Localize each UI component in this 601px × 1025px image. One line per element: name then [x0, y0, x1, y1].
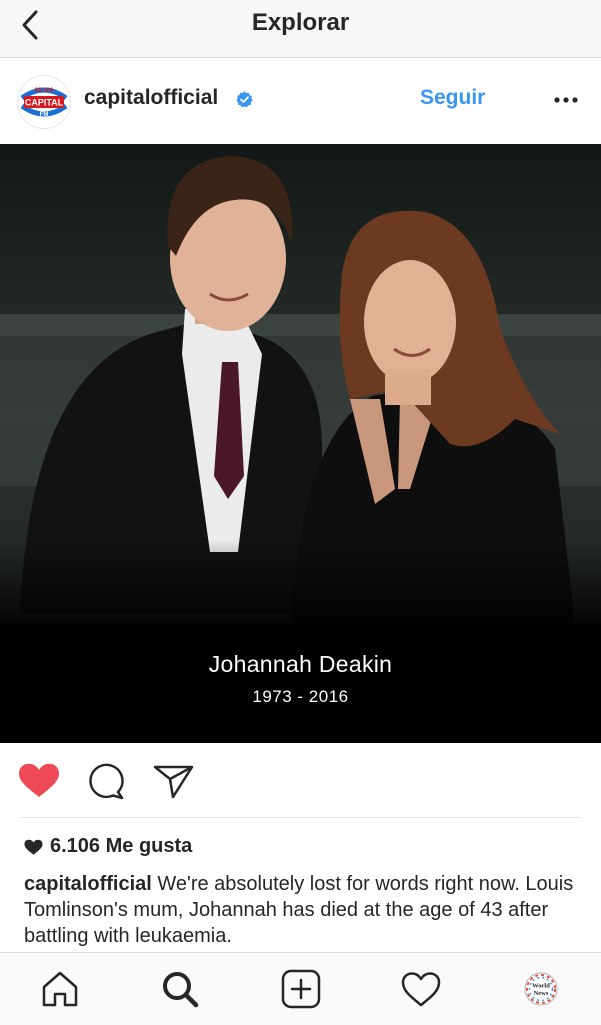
svg-text:News: News — [534, 990, 549, 997]
svg-text:CAPITAL: CAPITAL — [25, 98, 64, 108]
small-heart-icon — [24, 839, 43, 855]
more-options-icon[interactable] — [553, 93, 579, 107]
home-icon[interactable] — [38, 967, 82, 1011]
memorial-years: 1973 - 2016 — [252, 687, 349, 706]
chevron-left-icon — [22, 10, 38, 40]
top-navigation-bar: Explorar — [0, 0, 601, 58]
bottom-tab-bar: World News — [0, 952, 601, 1025]
caption-username[interactable]: capitalofficial — [24, 873, 152, 895]
memorial-name: Johannah Deakin — [208, 651, 393, 677]
search-icon[interactable] — [158, 967, 202, 1011]
post-actions — [0, 744, 601, 816]
share-direct-icon[interactable] — [153, 764, 195, 800]
capital-fm-logo: 95-106 CAPITAL FM — [18, 76, 70, 128]
post-caption: capitalofficial We're absolutely lost fo… — [24, 871, 584, 949]
svg-text:FM: FM — [40, 112, 49, 118]
new-post-icon[interactable] — [279, 967, 323, 1011]
page-title: Explorar — [251, 9, 350, 36]
comment-icon[interactable] — [87, 763, 125, 801]
post-username[interactable]: capitalofficial — [84, 86, 218, 110]
actions-divider — [20, 817, 581, 818]
profile-avatar[interactable]: World News — [519, 967, 563, 1011]
avatar[interactable]: 95-106 CAPITAL FM — [17, 75, 71, 129]
activity-heart-icon[interactable] — [399, 967, 443, 1011]
world-news-logo: World News — [524, 972, 558, 1006]
back-button[interactable] — [14, 8, 50, 48]
post-photo[interactable]: Johannah Deakin 1973 - 2016 — [0, 144, 601, 743]
svg-text:World: World — [532, 983, 550, 990]
svg-text:95-106: 95-106 — [35, 88, 54, 94]
follow-button[interactable]: Seguir — [420, 86, 485, 110]
like-heart-icon[interactable] — [18, 763, 60, 799]
post-header: 95-106 CAPITAL FM capitalofficial Seguir — [0, 58, 601, 144]
likes-count: 6.106 Me gusta — [50, 835, 193, 857]
verified-badge-icon — [236, 91, 253, 108]
